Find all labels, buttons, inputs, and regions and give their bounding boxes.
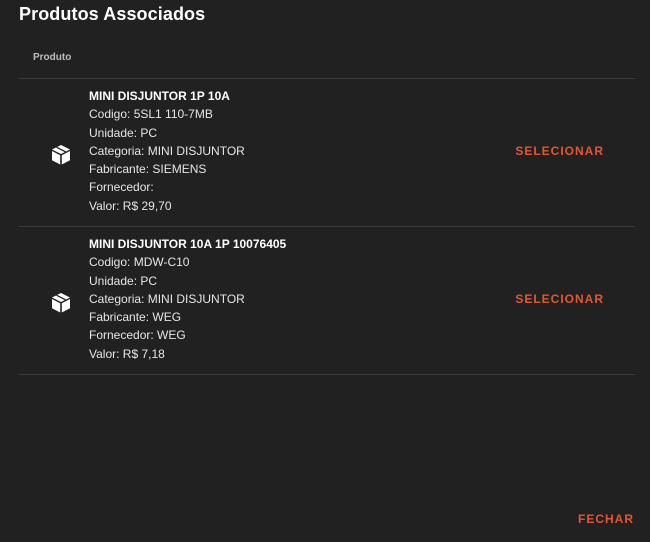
select-button[interactable]: SELECIONAR [515,292,604,306]
table-row: MINI DISJUNTOR 1P 10A Codigo: 5SL1 110-7… [19,79,635,227]
box-icon [49,291,73,315]
table-row: MINI DISJUNTOR 10A 1P 10076405 Codigo: M… [19,227,635,375]
product-name: MINI DISJUNTOR 10A 1P 10076405 [89,237,287,251]
product-price: Valor: R$ 29,70 [89,198,172,213]
box-icon [49,143,73,167]
product-category: Categoria: MINI DISJUNTOR [89,143,245,158]
product-supplier: Fornecedor: WEG [89,328,186,343]
table-header: Produto [19,40,635,79]
product-manufacturer: Fabricante: WEG [89,310,182,325]
dialog-title: Produtos Associados [19,4,206,24]
product-code: Codigo: MDW-C10 [89,255,190,270]
product-supplier: Fornecedor: [89,180,154,195]
product-category: Categoria: MINI DISJUNTOR [89,291,245,306]
product-code: Codigo: 5SL1 110-7MB [89,107,213,122]
column-header-produto: Produto [33,52,72,63]
associated-products-dialog: Produtos Associados Produto MINI DISJUNT… [0,0,650,542]
product-unit: Unidade: PC [89,125,158,140]
close-button[interactable]: FECHAR [578,512,634,526]
product-details: MINI DISJUNTOR 10A 1P 10076405 Codigo: M… [89,235,286,363]
product-unit: Unidade: PC [89,273,158,288]
product-price: Valor: R$ 7,18 [89,346,165,361]
products-table: Produto MINI DISJUNTOR 1P 10A Codigo: 5S… [19,40,635,375]
product-name: MINI DISJUNTOR 1P 10A [89,89,230,103]
product-manufacturer: Fabricante: SIEMENS [89,162,207,177]
product-details: MINI DISJUNTOR 1P 10A Codigo: 5SL1 110-7… [89,87,245,215]
select-button[interactable]: SELECIONAR [515,144,604,158]
